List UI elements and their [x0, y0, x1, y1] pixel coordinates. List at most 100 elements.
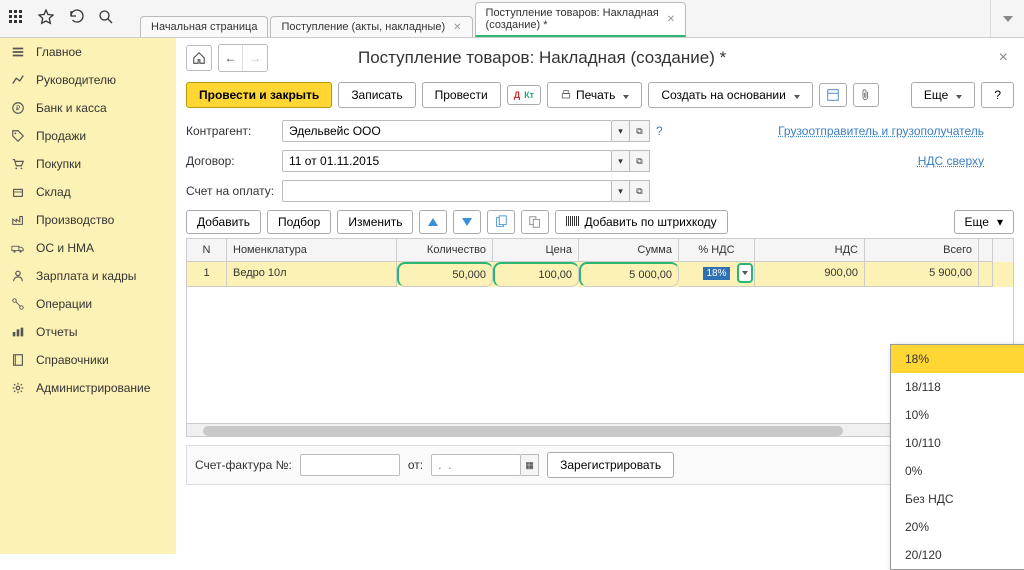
barcode-icon — [566, 215, 580, 229]
sidebar-item-box[interactable]: Склад — [0, 178, 176, 206]
tab-home[interactable]: Начальная страница — [140, 16, 268, 37]
close-icon[interactable]: ✕ — [453, 22, 461, 33]
help-icon[interactable]: ? — [656, 124, 663, 138]
dropdown-item[interactable]: 0% — [891, 457, 1024, 485]
counterparty-input[interactable] — [282, 120, 612, 142]
tab-label: Поступление товаров: Накладная(создание)… — [486, 7, 659, 31]
sidebar-item-label: ОС и НМА — [36, 241, 94, 255]
cell-vatp[interactable]: 18% — [679, 262, 755, 287]
hamburger-icon — [10, 44, 26, 60]
move-down-button[interactable] — [453, 210, 481, 234]
paste-button[interactable] — [521, 210, 549, 234]
save-button[interactable]: Записать — [338, 82, 415, 108]
sidebar-item-truck[interactable]: ОС и НМА — [0, 234, 176, 262]
pick-button[interactable]: Подбор — [267, 210, 331, 234]
dropdown-item[interactable]: 10% — [891, 401, 1024, 429]
dropdown-icon[interactable]: ▾ — [612, 150, 630, 172]
sidebar-item-label: Операции — [36, 297, 92, 311]
dropdown-item[interactable]: 18/118 — [891, 373, 1024, 401]
sidebar-item-hamburger[interactable]: Главное — [0, 38, 176, 66]
vat-dropdown-button[interactable] — [737, 263, 753, 283]
help-button[interactable]: ? — [981, 82, 1014, 108]
sidebar-item-cart[interactable]: Покупки — [0, 150, 176, 178]
dropdown-item[interactable]: 18% — [891, 345, 1024, 373]
edit-button[interactable]: Изменить — [337, 210, 413, 234]
cell-total: 5 900,00 — [865, 262, 979, 287]
tab-receipts[interactable]: Поступление (акты, накладные)✕ — [270, 16, 472, 37]
sidebar-item-label: Администрирование — [36, 381, 150, 395]
sidebar-item-label: Главное — [36, 45, 82, 59]
sidebar-item-book[interactable]: Справочники — [0, 346, 176, 374]
sidebar-item-ruble[interactable]: ₽ Банк и касса — [0, 94, 176, 122]
sidebar-item-label: Производство — [36, 213, 114, 227]
move-up-button[interactable] — [419, 210, 447, 234]
dropdown-item[interactable]: Без НДС — [891, 485, 1024, 513]
sidebar-item-factory[interactable]: Производство — [0, 206, 176, 234]
open-icon[interactable]: ⧉ — [630, 120, 650, 142]
cell-price[interactable]: 100,00 — [493, 262, 579, 287]
chart-line-icon — [10, 72, 26, 88]
tab-current[interactable]: Поступление товаров: Накладная(создание)… — [475, 2, 687, 37]
sidebar-item-bars[interactable]: Отчеты — [0, 318, 176, 346]
table-more-button[interactable]: Еще ▾ — [954, 210, 1014, 234]
close-icon[interactable]: ✕ — [667, 14, 675, 25]
attach-button[interactable] — [853, 83, 879, 107]
contract-input[interactable] — [282, 150, 612, 172]
sidebar-item-chart-line[interactable]: Руководителю — [0, 66, 176, 94]
register-button[interactable]: Зарегистрировать — [547, 452, 674, 478]
table-row[interactable]: 1 Ведро 10л 50,000 100,00 5 000,00 18% 9… — [187, 262, 1013, 287]
flow-icon — [10, 296, 26, 312]
home-button[interactable] — [186, 45, 212, 71]
counterparty-label: Контрагент: — [186, 124, 282, 138]
sidebar-item-label: Отчеты — [36, 325, 77, 339]
forward-button[interactable]: → — [243, 45, 267, 71]
print-button[interactable]: Печать — [547, 82, 642, 108]
history-icon[interactable] — [68, 9, 84, 28]
sidebar-item-label: Справочники — [36, 353, 109, 367]
back-button[interactable]: ← — [219, 45, 243, 71]
table-header: N Номенклатура Количество Цена Сумма % Н… — [187, 239, 1013, 262]
dropdown-item[interactable]: 20/120 — [891, 541, 1024, 569]
dropdown-icon[interactable]: ▾ — [612, 120, 630, 142]
open-icon[interactable]: ⧉ — [630, 150, 650, 172]
open-icon[interactable]: ⧉ — [630, 180, 650, 202]
contract-label: Договор: — [186, 154, 282, 168]
sidebar-item-label: Зарплата и кадры — [36, 269, 136, 283]
sidebar-item-tag[interactable]: Продажи — [0, 122, 176, 150]
apps-icon[interactable] — [8, 9, 24, 28]
dropdown-icon[interactable]: ▾ — [612, 180, 630, 202]
sidebar-item-person[interactable]: Зарплата и кадры — [0, 262, 176, 290]
sidebar-item-flow[interactable]: Операции — [0, 290, 176, 318]
svg-text:₽: ₽ — [16, 105, 21, 113]
barcode-button[interactable]: Добавить по штрихкоду — [555, 210, 727, 234]
post-button[interactable]: Провести — [422, 82, 501, 108]
calendar-icon[interactable]: ▦ — [521, 454, 539, 476]
sidebar-item-gear[interactable]: Администрирование — [0, 374, 176, 402]
close-page[interactable]: × — [993, 49, 1014, 67]
sf-number-input[interactable] — [300, 454, 400, 476]
vat-link[interactable]: НДС сверху — [918, 154, 1014, 168]
copy-button[interactable] — [487, 210, 515, 234]
from-label: от: — [408, 458, 423, 472]
panel-toggle[interactable] — [990, 0, 1024, 37]
dropdown-item[interactable]: 10/110 — [891, 429, 1024, 457]
sf-label: Счет-фактура №: — [195, 458, 292, 472]
related-button[interactable] — [819, 83, 847, 107]
dt-kt-button[interactable]: ДКт — [507, 85, 541, 105]
search-icon[interactable] — [98, 9, 114, 28]
gear-icon — [10, 380, 26, 396]
cell-qty[interactable]: 50,000 — [397, 262, 493, 287]
sidebar-item-label: Банк и касса — [36, 101, 107, 115]
add-button[interactable]: Добавить — [186, 210, 261, 234]
cell-sum[interactable]: 5 000,00 — [579, 262, 679, 287]
create-based-button[interactable]: Создать на основании — [648, 82, 813, 108]
more-button[interactable]: Еще — [911, 82, 975, 108]
dropdown-item[interactable]: 20% — [891, 513, 1024, 541]
post-close-button[interactable]: Провести и закрыть — [186, 82, 332, 108]
invoice-input[interactable] — [282, 180, 612, 202]
cell-nom[interactable]: Ведро 10л — [227, 262, 397, 287]
consignor-link[interactable]: Грузоотправитель и грузополучатель — [778, 124, 1014, 138]
cell-vat: 900,00 — [755, 262, 865, 287]
sf-date-input[interactable] — [431, 454, 521, 476]
star-icon[interactable] — [38, 9, 54, 28]
